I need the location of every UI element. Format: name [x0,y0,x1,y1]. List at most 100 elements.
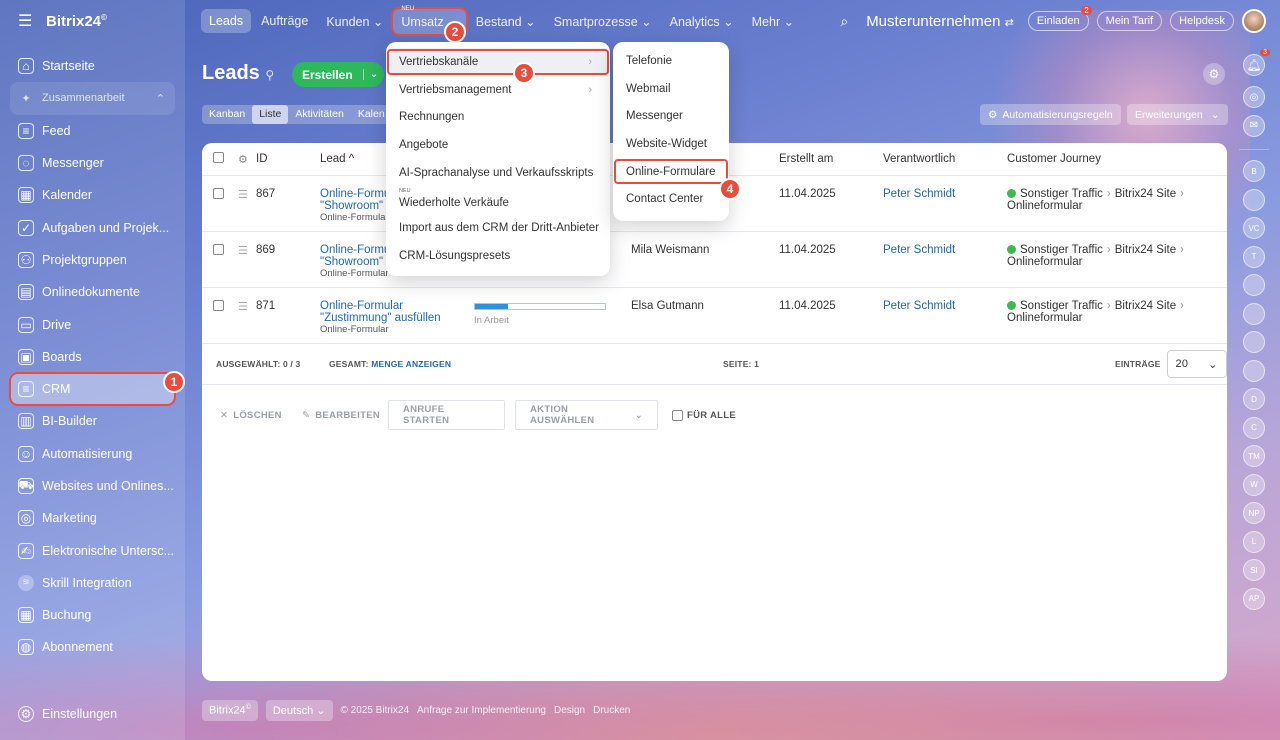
sidebar-item-bi-builder[interactable]: ▥ BI-Builder [10,405,175,437]
row-checkbox[interactable] [213,188,224,199]
entries-select[interactable]: 20 ⌄ [1166,350,1227,378]
helpdesk-button[interactable]: Helpdesk [1170,11,1234,31]
sidebar-item-aufgaben-und-projek[interactable]: ✓ Aufgaben und Projek... [10,211,175,243]
rail-avatar[interactable]: T [1243,245,1265,268]
table-row[interactable]: ☰ 869 Online-Formu "Showroom" Online-Formula… [202,232,1227,288]
sidebar-item-messenger[interactable]: ◌ Messenger [10,147,175,179]
menu-item-rechnungen[interactable]: Rechnungen [386,103,610,131]
menu-item-import-aus-dem-crm-der-dritt-anbieter[interactable]: Import aus dem CRM der Dritt-Anbieter [386,214,610,242]
rail-avatar[interactable]: TM [1243,445,1265,467]
chevron-down-icon[interactable]: ⌄ [362,69,378,80]
sidebar-item-websites-und-onlines[interactable]: ⛟ Websites und Onlines... [10,470,175,502]
sidebar-item-marketing[interactable]: ◎ Marketing [10,502,175,534]
sidebar-item-feed[interactable]: ≡ Feed [10,115,175,147]
rail-avatar[interactable]: SI [1243,559,1265,581]
copilot-icon[interactable]: ◎ [1243,86,1265,108]
sidebar-item-projektgruppen[interactable]: ⚇ Projektgruppen [10,244,175,276]
stage-progress[interactable] [474,303,606,310]
menu-item-wiederholte-verkäufe[interactable]: NEU Wiederholte Verkäufe [386,186,610,214]
menu-item-ai-sprachanalyse-und-verkaufsskripts[interactable]: AI-Sprachanalyse und Verkaufsskripts [386,159,610,187]
language-select[interactable]: Deutsch ⌄ [265,700,333,721]
column-id[interactable]: ID [256,153,320,165]
tab-mehr[interactable]: Mehr ⌄ [744,9,802,34]
company-name[interactable]: Musterunternehmen ⇄ [866,13,1014,30]
sidebar-item-elektronische-untersc[interactable]: ✍ Elektronische Untersc... [10,534,175,566]
tab-auftraege[interactable]: Aufträge [253,9,316,33]
column-responsible[interactable]: Verantwortlich [883,153,1007,165]
tab-leads[interactable]: Leads [201,9,252,33]
submenu-item-website-widget[interactable]: Website-Widget [613,130,729,158]
sidebar-item-crm[interactable]: ≡ CRM [9,371,176,407]
sidebar-item-buchung[interactable]: ▦ Buchung [10,599,175,631]
column-created[interactable]: Erstellt am [779,153,883,165]
view-tab-aktivitaeten[interactable]: Aktivitäten [288,105,350,124]
submenu-item-messenger[interactable]: Messenger [613,102,729,130]
sidebar-item-abonnement[interactable]: ◍ Abonnement [10,631,175,663]
edit-button[interactable]: ✎ BEARBEITEN [302,410,388,421]
sidebar-item-startseite[interactable]: ⌂ Startseite [10,50,175,82]
tariff-button[interactable]: Mein Tarif [1096,11,1163,31]
row-responsible[interactable]: Peter Schmidt [883,300,1007,343]
submenu-item-webmail[interactable]: Webmail [613,75,729,103]
sidebar-item-onlinedokumente[interactable]: ▤ Onlinedokumente [10,276,175,308]
rail-avatar[interactable]: B [1243,160,1265,182]
rail-avatar[interactable] [1243,188,1265,211]
action-select[interactable]: AKTION AUSWÄHLEN ⌄ [515,400,658,430]
tab-analytics[interactable]: Analytics ⌄ [662,9,742,34]
table-row[interactable]: ☰ 871 Online-Formular "Zustimmung" ausfülle… [202,288,1227,344]
for-all-toggle[interactable]: FÜR ALLE [672,409,736,421]
tab-kunden[interactable]: Kunden ⌄ [318,9,391,34]
row-menu-icon[interactable]: ☰ [238,300,256,343]
sidebar-item-drive[interactable]: ▭ Drive [10,308,175,340]
menu-item-vertriebskanäle[interactable]: Vertriebskanäle › [386,48,610,76]
create-button[interactable]: Erstellen ⌄ [292,62,384,87]
sidebar-item-kalender[interactable]: ▦ Kalender [10,179,175,211]
row-responsible[interactable]: Peter Schmidt [883,188,1007,231]
footer-link-print[interactable]: Drucken [593,705,630,716]
search-icon[interactable]: ⌕ [840,13,848,30]
row-checkbox[interactable] [213,300,224,311]
page-settings-gear-icon[interactable]: ⚙ [1203,63,1225,85]
menu-item-angebote[interactable]: Angebote [386,131,610,159]
start-calls-button[interactable]: ANRUFE STARTEN [388,400,505,430]
rail-avatar[interactable]: L [1243,530,1265,553]
tab-bestand[interactable]: Bestand ⌄ [468,9,544,34]
delete-button[interactable]: ✕ LÖSCHEN [220,410,302,421]
row-menu-icon[interactable]: ☰ [238,188,256,231]
rail-avatar[interactable]: NP [1243,502,1265,524]
sidebar-item-settings[interactable]: ⚙ Einstellungen [10,698,175,730]
rail-avatar[interactable]: VC [1243,217,1265,239]
sidebar-item-skrill-integration[interactable]: SI Skrill Integration [10,567,175,599]
menu-item-vertriebsmanagement[interactable]: Vertriebsmanagement › [386,76,610,104]
footer-link-implementation[interactable]: Anfrage zur Implementierung [417,705,546,716]
support-chat-icon[interactable]: ✉ [1243,114,1265,137]
menu-burger-icon[interactable]: ☰ [18,11,42,31]
rail-avatar[interactable] [1243,331,1265,353]
footer-link-design[interactable]: Design [554,705,585,716]
submenu-item-contact-center[interactable]: Contact Center [613,185,729,213]
rail-avatar[interactable] [1243,274,1265,296]
lead-link[interactable]: Online-Formular "Zustimmung" ausfüllen [320,300,474,324]
logo[interactable]: Bitrix24© [46,13,107,30]
tab-smartprozesse[interactable]: Smartprozesse ⌄ [546,9,660,34]
pin-icon[interactable]: ⚲ [265,68,274,82]
menu-item-crm-lösungspresets[interactable]: CRM-Lösungspresets [386,242,610,270]
sidebar-item-automatisierung[interactable]: ☺ Automatisierung [10,438,175,470]
bottom-logo[interactable]: Bitrix24© [202,700,258,721]
column-journey[interactable]: Customer Journey [1007,153,1227,165]
select-all-checkbox[interactable] [213,152,224,163]
sidebar-item-boards[interactable]: ▣ Boards [10,341,175,373]
view-tab-liste[interactable]: Liste [252,105,289,124]
extensions-button[interactable]: Erweiterungen ⌄ [1127,104,1228,125]
automation-rules-button[interactable]: ⚙ Automatisierungsregeln [980,104,1121,125]
rail-avatar[interactable]: W [1243,473,1265,496]
row-responsible[interactable]: Peter Schmidt [883,244,1007,287]
notifications-bell-icon[interactable]: 🔔︎ 3 [1243,49,1270,76]
user-avatar[interactable] [1242,9,1266,33]
view-tab-kanban[interactable]: Kanban [202,105,252,124]
invite-button[interactable]: Einladen 2 [1027,6,1092,31]
rail-avatar[interactable] [1243,302,1265,325]
row-menu-icon[interactable]: ☰ [238,244,256,287]
rail-avatar[interactable]: C [1243,416,1265,439]
show-count-link[interactable]: MENGE ANZEIGEN [371,359,451,369]
